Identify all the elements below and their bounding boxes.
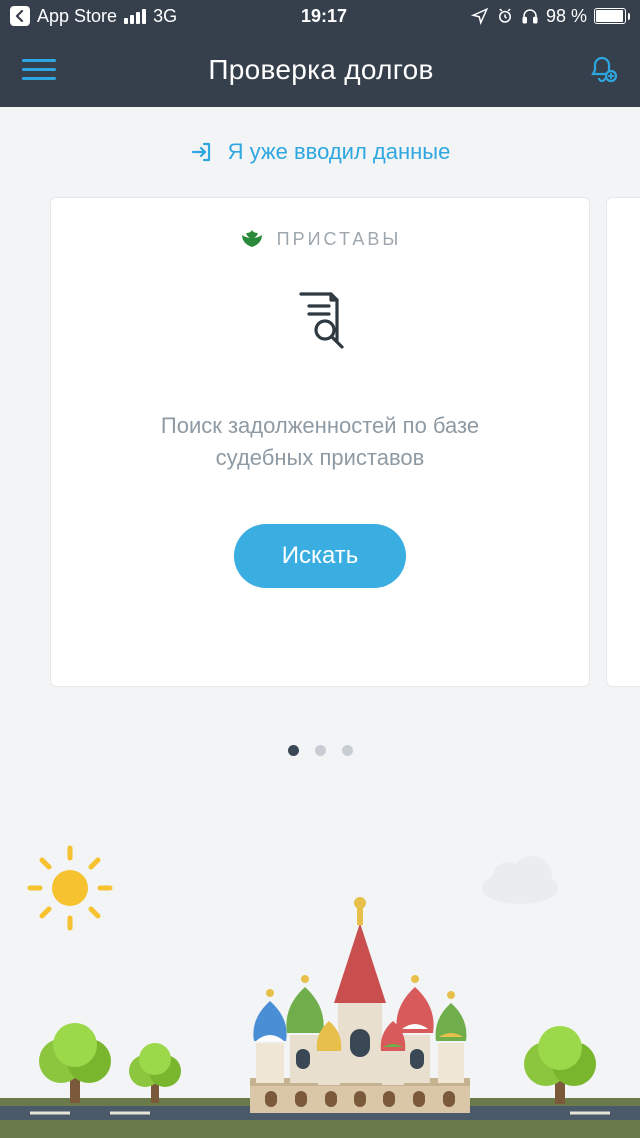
document-search-icon [291, 290, 349, 355]
search-button[interactable]: Искать [234, 524, 407, 588]
status-bar: App Store 3G 19:17 98 % [0, 0, 640, 32]
card-category-label: ПРИСТАВЫ [277, 229, 402, 250]
card-description: Поиск задолженностей по базе судебных пр… [161, 410, 479, 474]
pager-dots [0, 745, 640, 756]
landscape-illustration [0, 828, 640, 1138]
already-entered-link[interactable]: Я уже вводил данные [0, 107, 640, 197]
pager-dot-1[interactable] [315, 745, 326, 756]
menu-button[interactable] [22, 59, 56, 80]
location-icon [471, 7, 489, 25]
card-carousel[interactable]: ПРИСТАВЫ Поиск задолженностей по базе су… [0, 197, 640, 727]
network-label: 3G [153, 6, 177, 27]
nav-bar: Проверка долгов [0, 32, 640, 107]
alarm-icon [496, 7, 514, 25]
card-description-line1: Поиск задолженностей по базе [161, 410, 479, 442]
signal-icon [124, 9, 146, 24]
next-card-peek[interactable] [606, 197, 640, 687]
pager-dot-0[interactable] [288, 745, 299, 756]
status-left: App Store 3G [10, 6, 177, 27]
eagle-icon [239, 228, 265, 250]
card-description-line2: судебных приставов [161, 442, 479, 474]
card-category: ПРИСТАВЫ [239, 228, 402, 250]
battery-percent: 98 % [546, 6, 587, 27]
headphones-icon [521, 7, 539, 25]
already-entered-label: Я уже вводил данные [228, 139, 451, 165]
status-right: 98 % [471, 6, 630, 27]
pager-dot-2[interactable] [342, 745, 353, 756]
enter-icon [190, 140, 214, 164]
page-title: Проверка долгов [208, 54, 433, 86]
back-to-appstore-label[interactable]: App Store [37, 6, 117, 27]
back-to-appstore-icon[interactable] [10, 6, 30, 26]
battery-icon [594, 8, 630, 24]
status-time: 19:17 [177, 6, 471, 27]
card-bailiffs: ПРИСТАВЫ Поиск задолженностей по базе су… [50, 197, 590, 687]
notifications-button[interactable] [586, 54, 618, 86]
